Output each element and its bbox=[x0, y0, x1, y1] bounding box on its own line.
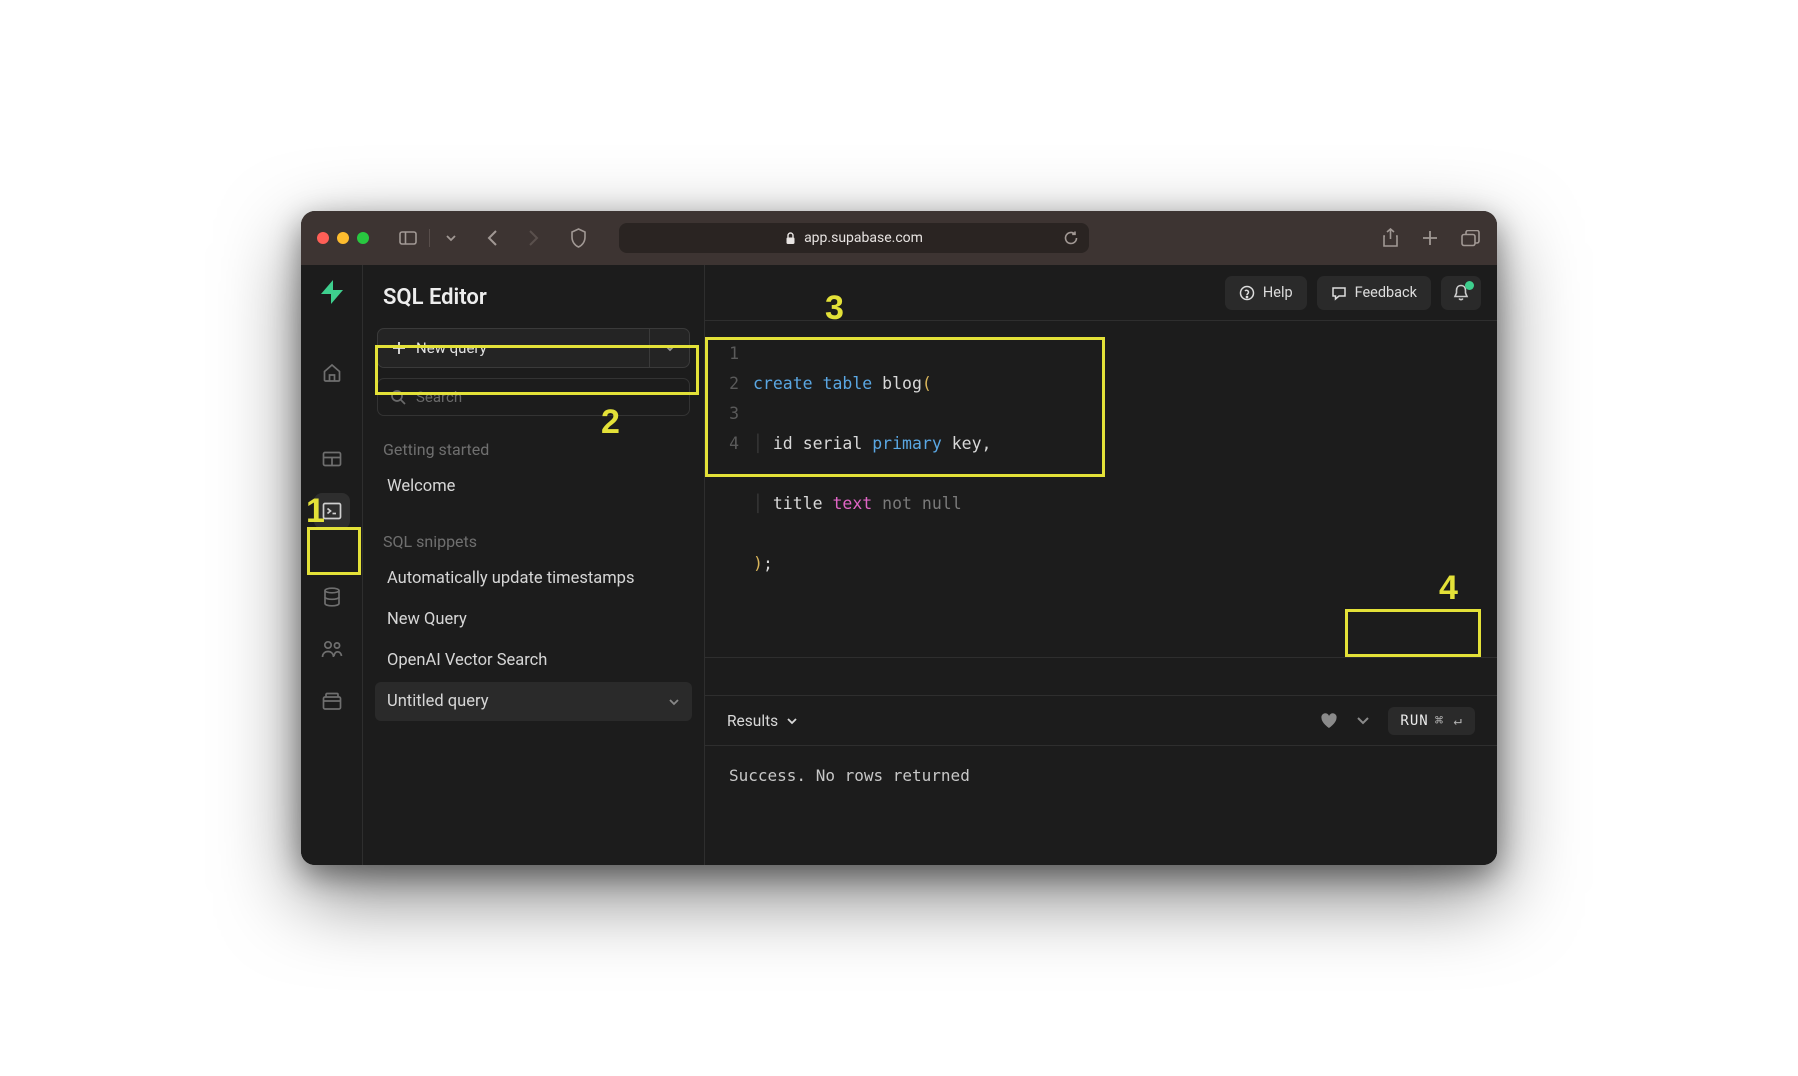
new-query-dropdown[interactable] bbox=[649, 329, 689, 367]
back-button[interactable] bbox=[480, 228, 506, 248]
sidebar-item-auto-timestamps[interactable]: Automatically update timestamps bbox=[367, 559, 700, 598]
nav-home-icon[interactable] bbox=[314, 355, 350, 391]
tab-dropdown-icon[interactable] bbox=[436, 223, 466, 253]
app-body: SQL Editor New query Search Getting s bbox=[301, 265, 1497, 865]
window-controls bbox=[317, 232, 369, 244]
maximize-window-icon[interactable] bbox=[357, 232, 369, 244]
help-icon bbox=[1239, 285, 1255, 301]
privacy-shield-icon[interactable] bbox=[570, 228, 587, 248]
search-placeholder: Search bbox=[416, 388, 462, 406]
section-sql-snippets: SQL snippets bbox=[363, 524, 704, 559]
run-button[interactable]: RUN ⌘ ↵ bbox=[1388, 707, 1475, 735]
lock-icon bbox=[785, 232, 796, 245]
tabs-overview-icon[interactable] bbox=[1459, 227, 1481, 249]
help-button[interactable]: Help bbox=[1225, 276, 1307, 310]
nav-sql-editor-icon[interactable] bbox=[314, 493, 350, 529]
help-label: Help bbox=[1263, 284, 1293, 301]
browser-chrome: app.supabase.com bbox=[301, 211, 1497, 265]
nav-table-editor-icon[interactable] bbox=[314, 441, 350, 477]
size-dropdown-icon[interactable] bbox=[1356, 716, 1370, 725]
forward-button[interactable] bbox=[520, 228, 546, 248]
main-panel: Help Feedback 1 2 bbox=[705, 265, 1497, 865]
line-gutter: 1 2 3 4 bbox=[705, 339, 753, 639]
code-editor[interactable]: 1 2 3 4 create table blog( │ id serial p… bbox=[705, 321, 1497, 658]
results-output: Success. No rows returned bbox=[705, 745, 1497, 865]
nav-storage-icon[interactable] bbox=[314, 683, 350, 719]
plus-icon bbox=[392, 341, 406, 355]
page-title: SQL Editor bbox=[363, 279, 704, 324]
nav-auth-icon[interactable] bbox=[314, 631, 350, 667]
minimize-window-icon[interactable] bbox=[337, 232, 349, 244]
sidebar: SQL Editor New query Search Getting s bbox=[363, 265, 705, 865]
run-label: RUN bbox=[1400, 713, 1428, 729]
chevron-down-icon bbox=[668, 698, 680, 706]
app-window: app.supabase.com bbox=[301, 211, 1497, 865]
results-toolbar: Results RUN ⌘ ↵ bbox=[705, 695, 1497, 745]
nav-database-icon[interactable] bbox=[314, 579, 350, 615]
sidebar-item-untitled-query[interactable]: Untitled query bbox=[375, 682, 692, 721]
nav-rail bbox=[301, 265, 363, 865]
sidebar-item-label: Untitled query bbox=[387, 692, 489, 711]
results-label: Results bbox=[727, 712, 778, 730]
code-lines: create table blog( │ id serial primary k… bbox=[753, 339, 991, 639]
supabase-logo-icon[interactable] bbox=[319, 279, 345, 305]
results-tab[interactable]: Results bbox=[727, 712, 798, 730]
run-shortcut: ⌘ ↵ bbox=[1435, 713, 1463, 729]
search-input[interactable]: Search bbox=[377, 378, 690, 416]
favorite-icon[interactable] bbox=[1320, 713, 1338, 729]
sidebar-toggle-icon[interactable] bbox=[393, 223, 423, 253]
feedback-button[interactable]: Feedback bbox=[1317, 276, 1431, 310]
url-text: app.supabase.com bbox=[804, 230, 923, 246]
top-bar: Help Feedback bbox=[705, 265, 1497, 321]
new-tab-icon[interactable] bbox=[1419, 227, 1441, 249]
chat-icon bbox=[1331, 285, 1347, 301]
feedback-label: Feedback bbox=[1355, 284, 1417, 301]
section-getting-started: Getting started bbox=[363, 432, 704, 467]
close-window-icon[interactable] bbox=[317, 232, 329, 244]
new-query-button[interactable]: New query bbox=[377, 328, 690, 368]
new-query-label: New query bbox=[416, 339, 487, 357]
results-message: Success. No rows returned bbox=[729, 766, 970, 785]
notification-badge bbox=[1465, 281, 1474, 290]
share-icon[interactable] bbox=[1379, 227, 1401, 249]
reload-icon[interactable] bbox=[1063, 230, 1079, 246]
sidebar-item-new-query[interactable]: New Query bbox=[367, 600, 700, 639]
search-icon bbox=[390, 389, 406, 405]
notifications-button[interactable] bbox=[1441, 276, 1481, 310]
address-bar[interactable]: app.supabase.com bbox=[619, 223, 1089, 253]
sidebar-item-vector-search[interactable]: OpenAI Vector Search bbox=[367, 641, 700, 680]
chevron-down-icon bbox=[786, 717, 798, 725]
sidebar-item-welcome[interactable]: Welcome bbox=[367, 467, 700, 506]
